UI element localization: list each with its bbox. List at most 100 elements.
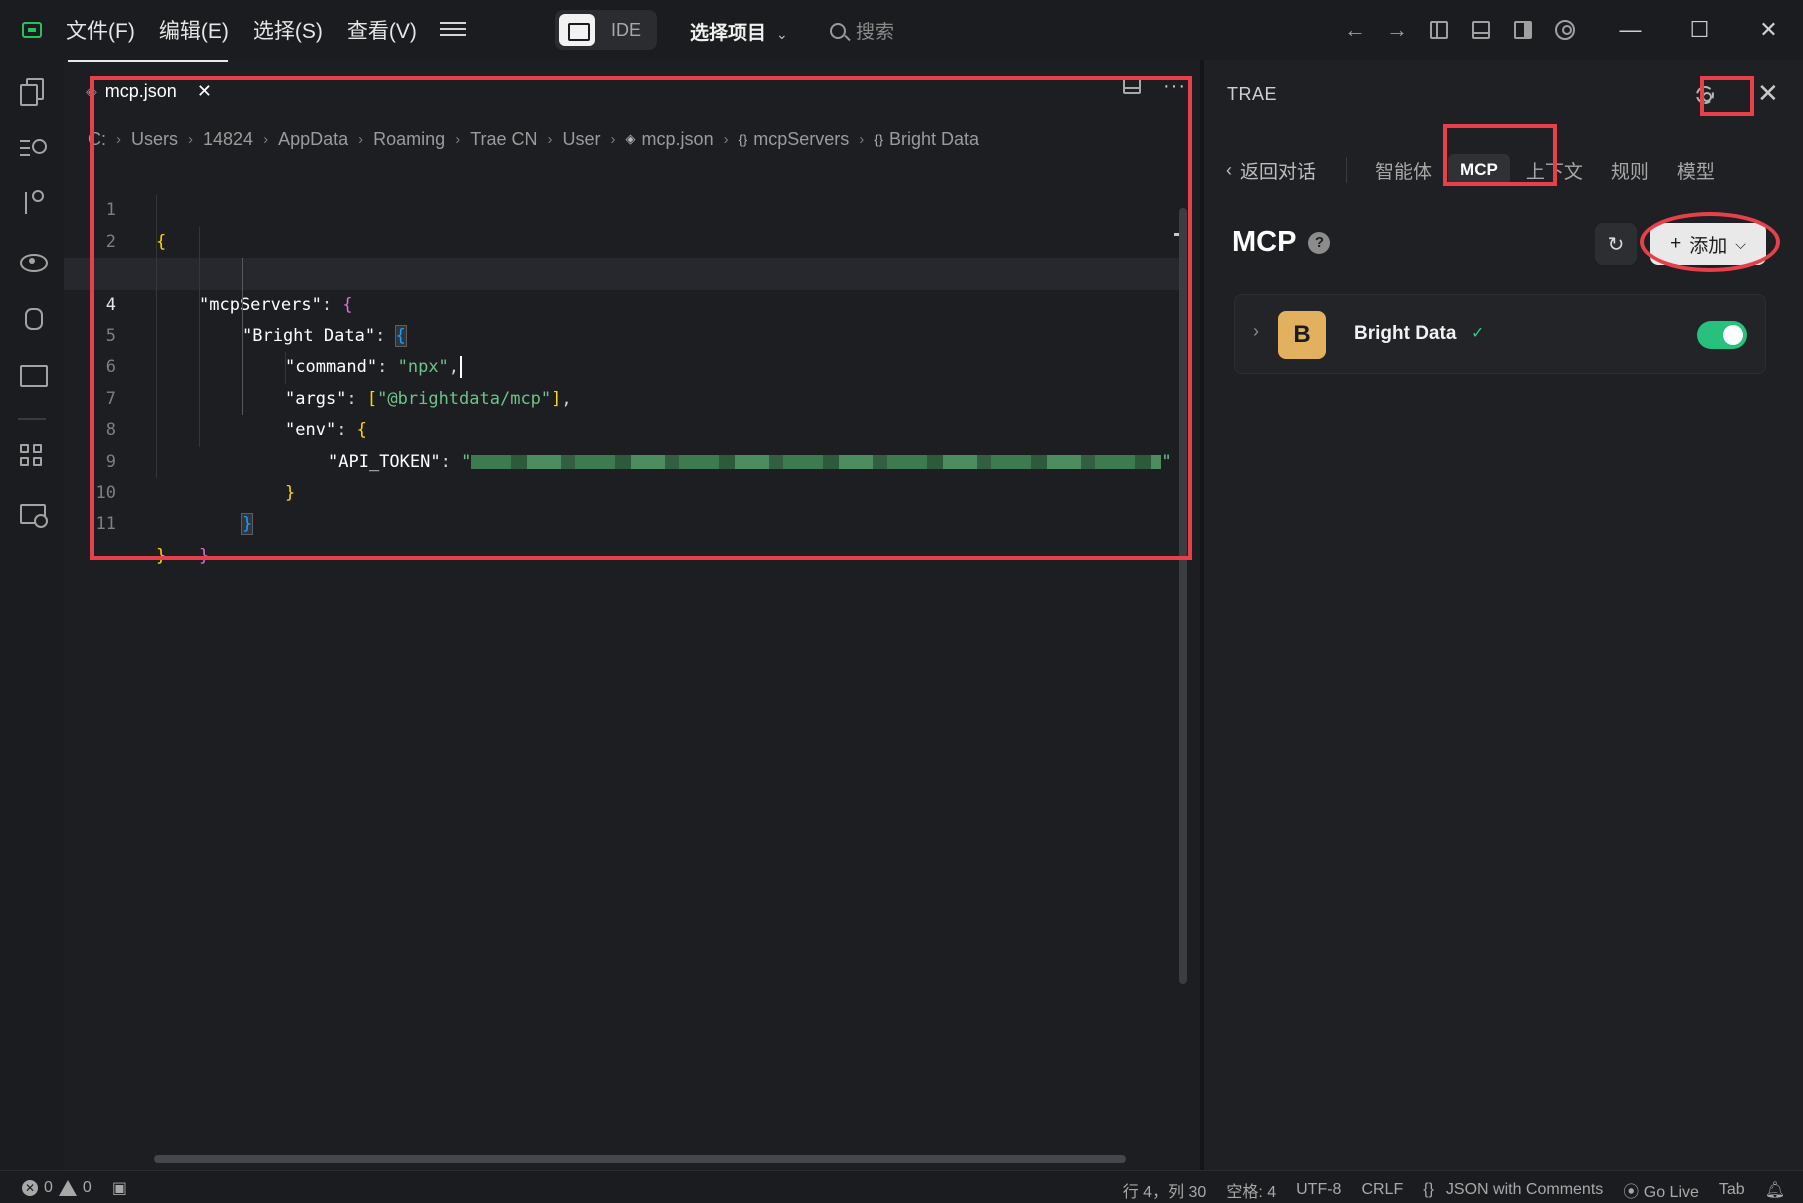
tab-models[interactable]: 模型 <box>1677 157 1715 184</box>
menu-bar: 文件(F) 编辑(E) 选择(S) 查看(V) <box>66 0 417 60</box>
tab-mcp-json[interactable]: ◈ mcp.json ✕ <box>68 60 228 120</box>
mcp-server-item[interactable]: › B Bright Data ✓ <box>1234 294 1766 374</box>
forward-arrow-icon[interactable]: → <box>1376 0 1418 60</box>
code-line-active[interactable]: 4 "command": "npx", <box>64 258 1186 379</box>
menu-view[interactable]: 查看(V) <box>347 15 417 45</box>
debug-icon[interactable] <box>20 304 46 330</box>
code-line[interactable]: 10 } <box>64 446 1186 566</box>
warning-count: 0 <box>82 1179 92 1196</box>
panel-title: TRAE <box>1227 84 1278 104</box>
account-button[interactable] <box>1544 0 1586 60</box>
code-line[interactable]: 1 { <box>64 164 1186 251</box>
source-control-icon[interactable] <box>20 190 46 216</box>
bell-icon[interactable]: 🔔︎ <box>1765 1180 1785 1200</box>
split-editor-icon[interactable] <box>1123 78 1142 94</box>
sidebar-layout-icon <box>1430 21 1448 39</box>
encoding[interactable]: UTF-8 <box>1296 1181 1341 1199</box>
tab-rules[interactable]: 规则 <box>1611 157 1649 184</box>
more-menu-icon[interactable] <box>440 18 466 40</box>
breadcrumb-item[interactable]: C: <box>88 129 106 150</box>
menu-edit[interactable]: 编辑(E) <box>159 15 229 45</box>
toggle-primary-sidebar-button[interactable] <box>1418 0 1460 60</box>
line-ending[interactable]: CRLF <box>1361 1181 1403 1199</box>
tab-context[interactable]: 上下文 <box>1526 157 1583 184</box>
close-icon[interactable]: ✕ <box>197 81 212 102</box>
ide-mode-label[interactable]: IDE <box>611 20 641 41</box>
warning-icon <box>58 1180 77 1196</box>
breadcrumb-item[interactable]: Roaming <box>373 129 445 150</box>
search-box[interactable]: 搜索 <box>830 17 894 44</box>
more-actions-icon[interactable]: ··· <box>1163 76 1186 96</box>
close-icon[interactable]: ✕ <box>1757 78 1779 109</box>
code-line[interactable]: 9 } <box>64 415 1186 536</box>
code-line[interactable]: 8 } <box>64 383 1186 503</box>
editor-area: ◈ mcp.json ✕ ··· C: › Users › 14824 › AppDa… <box>64 60 1200 1170</box>
trae-ai-panel: TRAE ✕ ‹ 返回对话 智能体 MCP 上下文 规则 模型 MCP ? ↻ … <box>1204 60 1803 1170</box>
back-to-chat-button[interactable]: ‹ 返回对话 <box>1226 157 1316 184</box>
extensions-icon[interactable] <box>20 444 46 470</box>
tab-agents[interactable]: 智能体 <box>1375 157 1432 184</box>
nav-divider <box>1346 157 1348 183</box>
help-icon[interactable]: ? <box>1308 231 1331 254</box>
breadcrumb-item[interactable]: Bright Data <box>889 129 979 150</box>
code-line[interactable]: 5 "args": ["@brightdata/mcp"], <box>64 289 1186 409</box>
minimize-button[interactable]: — <box>1596 0 1665 60</box>
add-label: 添加 <box>1689 235 1728 257</box>
tab-mcp[interactable]: MCP <box>1448 154 1510 186</box>
toggle-panel-button[interactable] <box>1460 0 1502 60</box>
horizontal-scrollbar[interactable] <box>154 1155 1126 1163</box>
vertical-scrollbar[interactable] <box>1179 208 1187 984</box>
breadcrumb-item[interactable]: mcpServers <box>753 129 849 150</box>
braces-icon[interactable]: {} <box>1423 1181 1434 1199</box>
code-line[interactable]: 11 } <box>64 478 1186 565</box>
menu-select[interactable]: 选择(S) <box>253 15 323 45</box>
project-select-label: 选择项目 <box>690 23 767 44</box>
explorer-icon[interactable] <box>20 78 46 106</box>
add-mcp-button[interactable]: + 添加 ⌵ <box>1650 223 1766 265</box>
code-line[interactable]: 2 "mcpServers": { <box>64 195 1186 315</box>
breadcrumb-item[interactable]: User <box>563 129 601 150</box>
server-enabled-toggle[interactable] <box>1697 321 1747 349</box>
problems-indicator[interactable]: ✕ 0 0 ▣ <box>22 1178 127 1198</box>
breadcrumb-item[interactable]: mcp.json <box>642 129 714 150</box>
broadcast-icon: ⦿ <box>1623 1184 1640 1201</box>
refresh-button[interactable]: ↻ <box>1595 223 1637 265</box>
server-name: Bright Data <box>1354 323 1457 344</box>
mode-switch[interactable]: IDE <box>555 10 657 50</box>
title-bar: 文件(F) 编辑(E) 选择(S) 查看(V) IDE 选择项目 ⌄ 搜索 ← →… <box>0 0 1803 60</box>
breadcrumb: C: › Users › 14824 › AppData › Roaming › Trae… <box>88 126 979 152</box>
maximize-button[interactable]: ☐ <box>1665 0 1734 60</box>
object-icon: {} <box>874 131 883 147</box>
go-live-button[interactable]: ⦿ Go Live <box>1623 1178 1699 1202</box>
chevron-right-icon[interactable]: › <box>1253 321 1259 342</box>
breadcrumb-item[interactable]: AppData <box>278 129 348 150</box>
breadcrumb-item[interactable]: 14824 <box>203 129 253 150</box>
search-files-icon[interactable] <box>20 136 47 162</box>
tab-mode[interactable]: Tab <box>1719 1181 1745 1199</box>
titlebar-controls: ← → — ☐ ✕ <box>1334 0 1803 60</box>
chevron-down-icon: ⌄ <box>776 26 788 42</box>
terminal-icon[interactable]: ▣ <box>112 1178 127 1198</box>
close-window-button[interactable]: ✕ <box>1734 0 1803 60</box>
code-line[interactable]: 7 "API_TOKEN": " " <box>64 352 1186 472</box>
remote-explorer-icon[interactable] <box>20 362 48 388</box>
project-select[interactable]: 选择项目 ⌄ <box>690 18 788 45</box>
toggle-secondary-sidebar-button[interactable] <box>1502 0 1544 60</box>
tab-label: mcp.json <box>104 80 177 101</box>
breadcrumb-item[interactable]: Users <box>131 129 178 150</box>
solo-mode-icon[interactable] <box>559 14 595 46</box>
cursor-position[interactable]: 行 4，列 30 <box>1123 1178 1207 1202</box>
language-mode[interactable]: JSON with Comments <box>1446 1181 1603 1199</box>
breadcrumb-item[interactable]: Trae CN <box>470 129 537 150</box>
remote-monitor-icon[interactable] <box>20 502 48 528</box>
preview-icon[interactable] <box>20 248 48 274</box>
status-right: 行 4，列 30 空格: 4 UTF-8 CRLF {} JSON with C… <box>1123 1178 1785 1202</box>
chevron-right-icon: › <box>358 130 364 148</box>
settings-button[interactable] <box>1686 78 1724 112</box>
code-line[interactable]: 6 "env": { <box>64 320 1186 440</box>
code-line[interactable]: 3 "Bright Data": { <box>64 226 1186 347</box>
menu-file[interactable]: 文件(F) <box>66 15 135 45</box>
back-arrow-icon[interactable]: ← <box>1334 0 1376 60</box>
indentation[interactable]: 空格: 4 <box>1226 1178 1276 1202</box>
code-editor[interactable]: 1 { 2 "mcpServers": { 3 "Bright Data": {… <box>64 164 1186 566</box>
